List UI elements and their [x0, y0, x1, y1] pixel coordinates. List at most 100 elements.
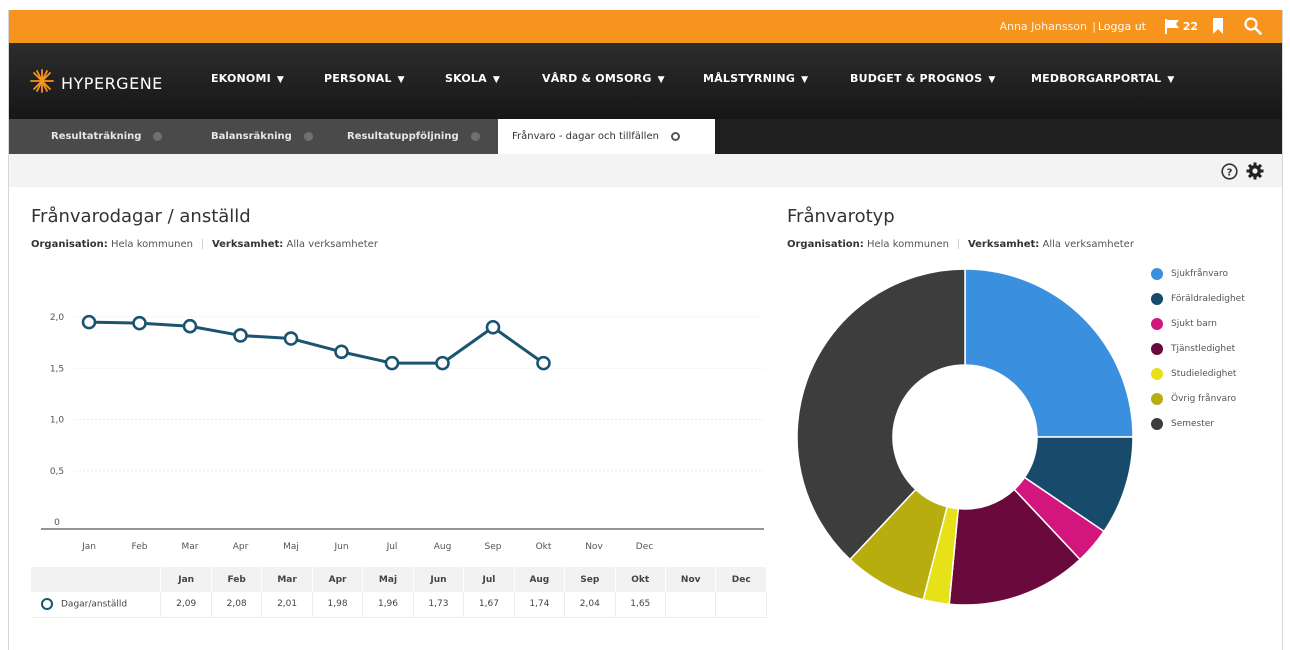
table-header-cell: Okt: [615, 567, 666, 592]
legend-item[interactable]: Föräldraledighet: [1151, 293, 1245, 305]
donut-slice[interactable]: [964, 268, 1134, 438]
chevron-down-icon: ▼: [1167, 75, 1175, 85]
x-tick-label: Jul: [386, 542, 398, 552]
chevron-down-icon: ▼: [397, 75, 405, 85]
chevron-down-icon: ▼: [492, 75, 500, 85]
table-header-cell: Nov: [665, 567, 717, 592]
legend-item[interactable]: Sjukt barn: [1151, 318, 1217, 330]
data-point[interactable]: [435, 355, 450, 371]
x-tick-label: Mar: [182, 542, 199, 552]
table-header-cell: Aug: [514, 567, 566, 592]
x-tick-label: Feb: [132, 542, 148, 552]
table-cell: 1,65: [615, 592, 666, 618]
close-icon[interactable]: [670, 132, 680, 141]
x-tick-label: Nov: [585, 542, 603, 552]
data-point[interactable]: [536, 355, 551, 371]
table-header-cell: Jan: [160, 567, 212, 592]
chevron-down-icon: ▼: [988, 75, 996, 85]
search-icon[interactable]: [1244, 17, 1262, 39]
table-header-corner: [31, 567, 162, 592]
brand-logo[interactable]: HYPERGENE: [29, 68, 163, 98]
data-point[interactable]: [334, 344, 349, 360]
flag-count: 22: [1182, 20, 1198, 33]
gear-icon[interactable]: [1246, 162, 1264, 184]
table-header-row: Jan Feb Mar Apr Maj Jun Jul Aug Sep Okt Nov Dec: [31, 567, 767, 592]
nav-item-budget-prognos[interactable]: BUDGET & PROGNOS ▼: [850, 72, 995, 85]
close-icon[interactable]: [153, 132, 163, 141]
help-icon[interactable]: ?: [1221, 163, 1238, 184]
data-point[interactable]: [132, 315, 147, 331]
legend-label: Tjänstledighet: [1171, 344, 1236, 354]
legend-swatch: [1151, 418, 1163, 430]
legend-label: Föräldraledighet: [1171, 294, 1245, 304]
nav-item-skola[interactable]: SKOLA ▼: [445, 72, 500, 85]
legend-item[interactable]: Övrig frånvaro: [1151, 393, 1236, 405]
data-point[interactable]: [485, 319, 501, 335]
donut-chart: [796, 268, 1134, 606]
line-chart: 2,0 1,5 1,0 0,5 0 Jan Feb Mar Apr Maj Jun Jul Aug Sep…: [41, 313, 764, 552]
x-tick-label: Okt: [536, 542, 552, 552]
legend-item[interactable]: Semester: [1151, 418, 1214, 430]
data-point[interactable]: [182, 318, 198, 334]
svg-text:?: ?: [1227, 167, 1233, 178]
main-navigation: HYPERGENE EKONOMI ▼ PERSONAL ▼ SKOLA ▼ VÅRD…: [9, 43, 1282, 119]
y-tick-label: 1,0: [50, 416, 65, 426]
tab-resultatuppfoljning[interactable]: Resultatuppföljning: [333, 119, 498, 154]
table-row: Dagar/anställd 2,09 2,08 2,01 1,98 1,96 1,73 1,…: [31, 592, 767, 618]
data-point[interactable]: [283, 331, 299, 346]
x-tick-label: Sep: [485, 542, 502, 552]
nav-item-vard-omsorg[interactable]: VÅRD & OMSORG ▼: [542, 72, 665, 85]
table-cell: 1,67: [463, 592, 515, 618]
table-cell: 1,74: [514, 592, 566, 618]
business-filter-value[interactable]: Alla verksamheter: [287, 239, 378, 250]
table-cell: 1,73: [413, 592, 465, 618]
user-name[interactable]: Anna Johansson: [999, 20, 1087, 33]
nav-item-ekonomi[interactable]: EKONOMI ▼: [211, 72, 284, 85]
data-point[interactable]: [81, 314, 97, 330]
legend-swatch: [1151, 318, 1163, 330]
table-header-cell: Dec: [715, 567, 767, 592]
table-cell: 2,01: [261, 592, 313, 618]
close-icon[interactable]: [470, 132, 480, 141]
tab-balansrakning[interactable]: Balansräkning: [197, 119, 327, 154]
x-tick-label: Jun: [333, 542, 348, 552]
legend-item[interactable]: Tjänstledighet: [1151, 343, 1235, 355]
org-filter-value[interactable]: Hela kommunen: [111, 239, 193, 250]
table-header-cell: Apr: [312, 567, 364, 592]
chevron-down-icon: ▼: [801, 75, 809, 85]
brand-name: HYPERGENE: [61, 73, 163, 93]
legend-swatch: [1151, 343, 1163, 355]
close-icon[interactable]: [303, 132, 313, 141]
tab-resultatrakning[interactable]: Resultaträkning: [37, 119, 187, 154]
table-header-cell: Jul: [463, 567, 515, 592]
legend-item[interactable]: Studieledighet: [1151, 368, 1236, 380]
table-cell: 2,09: [160, 592, 212, 618]
table-row-label: Dagar/anställd: [31, 592, 162, 618]
legend-swatch: [1151, 368, 1163, 380]
flag-icon[interactable]: [1164, 19, 1180, 38]
business-filter-value[interactable]: Alla verksamheter: [1043, 239, 1134, 250]
x-tick-label: Jan: [81, 542, 96, 552]
user-separator: |: [1092, 20, 1096, 33]
legend-item[interactable]: Sjukfrånvaro: [1151, 268, 1228, 280]
table-cell: 1,96: [362, 592, 414, 618]
data-point[interactable]: [384, 355, 400, 371]
table-header-cell: Feb: [211, 567, 263, 592]
legend-label: Semester: [1171, 419, 1215, 429]
nav-item-malstyrning[interactable]: MÅLSTYRNING ▼: [703, 72, 808, 85]
top-bar: Anna Johansson | Logga ut 22: [9, 10, 1282, 43]
nav-item-medborgarportal[interactable]: MEDBORGARPORTAL ▼: [1031, 72, 1175, 85]
bookmark-icon[interactable]: [1212, 18, 1224, 38]
line-chart-title: Frånvarodagar / anställd: [31, 206, 251, 227]
table-header-cell: Maj: [362, 567, 414, 592]
logout-link[interactable]: Logga ut: [1098, 20, 1146, 33]
org-filter-value[interactable]: Hela kommunen: [867, 239, 949, 250]
legend-swatch: [1151, 293, 1163, 305]
tab-franvaro[interactable]: Frånvaro - dagar och tillfällen: [498, 119, 715, 154]
x-tick-label: Aug: [434, 542, 452, 552]
nav-item-personal[interactable]: PERSONAL ▼: [324, 72, 405, 85]
table-cell: 2,08: [211, 592, 263, 618]
tab-bar: Resultaträkning Balansräkning Resultatup…: [9, 119, 1282, 154]
data-point[interactable]: [233, 328, 248, 343]
legend-label: Studieledighet: [1171, 369, 1237, 379]
